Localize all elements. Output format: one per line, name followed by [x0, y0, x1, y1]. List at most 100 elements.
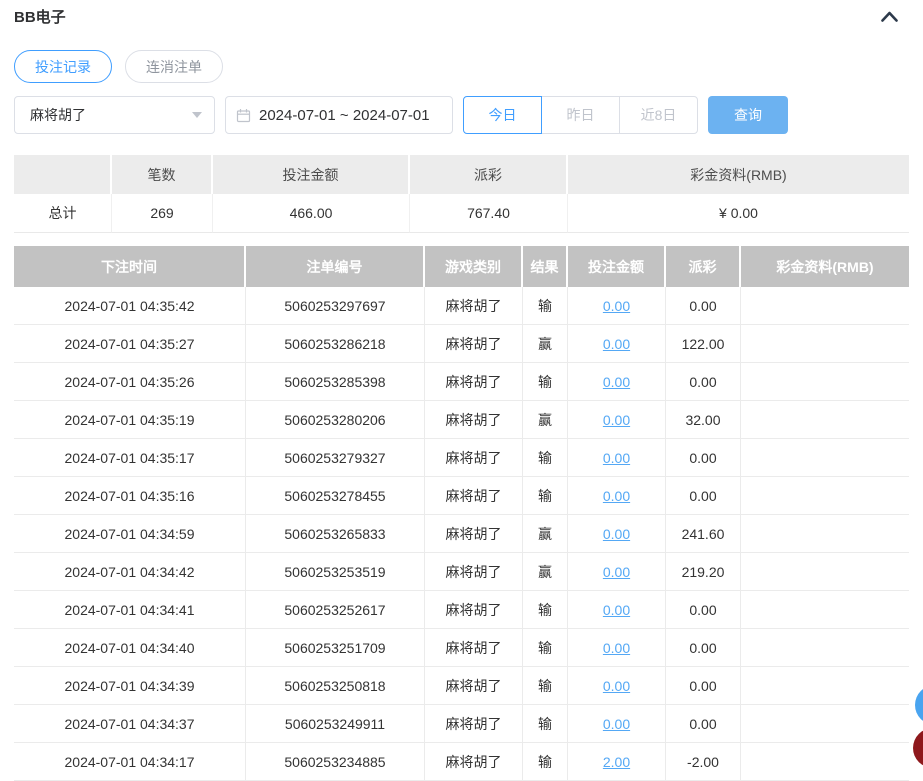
summary-col-count: 笔数: [112, 155, 213, 194]
bet-time-cell: 2024-07-01 04:35:17: [14, 439, 246, 477]
bet-amount-cell: 0.00: [568, 667, 666, 705]
bet-amount-link[interactable]: 0.00: [603, 640, 630, 656]
tab-bet-records[interactable]: 投注记录: [14, 50, 112, 83]
bet-amount-link[interactable]: 0.00: [603, 374, 630, 390]
table-row: 2024-07-01 04:34:425060253253519麻将胡了赢0.0…: [14, 553, 909, 591]
query-button[interactable]: 查询: [708, 96, 788, 134]
bet-time-cell: 2024-07-01 04:35:26: [14, 363, 246, 401]
records-header-row: 下注时间 注单编号 游戏类别 结果 投注金额 派彩 彩金资料(RMB): [14, 246, 909, 287]
jackpot-cell: [741, 325, 909, 363]
bet-amount-cell: 0.00: [568, 705, 666, 743]
payout-cell: 122.00: [666, 325, 741, 363]
bet-amount-link[interactable]: 0.00: [603, 412, 630, 428]
bet-amount-link[interactable]: 0.00: [603, 526, 630, 542]
jackpot-cell: [741, 705, 909, 743]
game-type-cell: 麻将胡了: [425, 439, 523, 477]
result-cell: 赢: [523, 325, 568, 363]
game-type-cell: 麻将胡了: [425, 287, 523, 325]
bet-amount-cell: 0.00: [568, 439, 666, 477]
bet-amount-cell: 0.00: [568, 591, 666, 629]
col-bet-time: 下注时间: [14, 246, 246, 287]
filter-bar: 麻将胡了 2024-07-01 ~ 2024-07-01 今日 昨日 近8日 查…: [14, 96, 909, 134]
summary-col-bet-amount: 投注金额: [213, 155, 410, 194]
payout-cell: -2.00: [666, 743, 741, 781]
quick-range-group: 今日 昨日 近8日: [463, 96, 698, 134]
payout-cell: 0.00: [666, 287, 741, 325]
game-type-cell: 麻将胡了: [425, 363, 523, 401]
result-cell: 赢: [523, 553, 568, 591]
result-cell: 赢: [523, 515, 568, 553]
bet-amount-cell: 0.00: [568, 553, 666, 591]
table-row: 2024-07-01 04:35:175060253279327麻将胡了输 0.0…: [14, 439, 909, 477]
jackpot-cell: [741, 439, 909, 477]
col-payout: 派彩: [666, 246, 741, 287]
col-game-type: 游戏类别: [425, 246, 523, 287]
bet-amount-cell: 0.00: [568, 515, 666, 553]
summary-total-label: 总计: [14, 194, 112, 233]
result-cell: 输: [523, 667, 568, 705]
order-number-cell: 5060253279327: [246, 439, 425, 477]
bet-amount-link[interactable]: 0.00: [603, 564, 630, 580]
payout-cell: 0.00: [666, 363, 741, 401]
order-number-cell: 5060253251709: [246, 629, 425, 667]
records-body: 2024-07-01 04:35:425060253297697麻将胡了输0.0…: [14, 287, 909, 781]
bet-amount-link[interactable]: 2.00: [603, 754, 630, 770]
order-number-cell: 5060253285398: [246, 363, 425, 401]
bet-amount-link[interactable]: 0.00: [603, 336, 630, 352]
bet-amount-cell: 0.00: [568, 401, 666, 439]
table-row: 2024-07-01 04:34:175060253234885麻将胡了输2.0…: [14, 743, 909, 781]
quick-range-yesterday[interactable]: 昨日: [541, 96, 620, 134]
bet-time-cell: 2024-07-01 04:35:16: [14, 477, 246, 515]
bet-records-panel: BB电子 投注记录 连消注单 麻将胡了 2024-07-01 ~ 2024-07…: [0, 0, 923, 781]
result-cell: 输: [523, 705, 568, 743]
summary-total-payout: 767.40: [410, 194, 568, 233]
jackpot-cell: [741, 667, 909, 705]
bet-amount-cell: 0.00: [568, 363, 666, 401]
date-range-value: 2024-07-01 ~ 2024-07-01: [259, 107, 430, 124]
jackpot-cell: [741, 629, 909, 667]
table-row: 2024-07-01 04:34:405060253251709麻将胡了输0.0…: [14, 629, 909, 667]
bet-time-cell: 2024-07-01 04:34:39: [14, 667, 246, 705]
game-type-cell: 麻将胡了: [425, 515, 523, 553]
table-row: 2024-07-01 04:34:415060253252617麻将胡了输0.0…: [14, 591, 909, 629]
bet-amount-link[interactable]: 0.00: [603, 298, 630, 314]
quick-range-last8days[interactable]: 近8日: [619, 96, 698, 134]
table-row: 2024-07-01 04:35:165060253278455麻将胡了输0.0…: [14, 477, 909, 515]
jackpot-cell: [741, 477, 909, 515]
jackpot-cell: [741, 553, 909, 591]
game-type-cell: 麻将胡了: [425, 401, 523, 439]
page-title: BB电子: [14, 6, 66, 27]
date-range-picker[interactable]: 2024-07-01 ~ 2024-07-01: [225, 96, 453, 134]
bet-amount-link[interactable]: 0.00: [603, 716, 630, 732]
bet-amount-link[interactable]: 0.00: [603, 450, 630, 466]
bet-time-cell: 2024-07-01 04:34:59: [14, 515, 246, 553]
result-cell: 输: [523, 477, 568, 515]
bet-amount-link[interactable]: 0.00: [603, 602, 630, 618]
collapse-button[interactable]: [877, 7, 901, 27]
table-row: 2024-07-01 04:35:265060253285398麻将胡了输0.0…: [14, 363, 909, 401]
order-number-cell: 5060253280206: [246, 401, 425, 439]
bet-amount-link[interactable]: 0.00: [603, 678, 630, 694]
summary-col-blank: [14, 155, 112, 194]
jackpot-cell: [741, 591, 909, 629]
bet-amount-cell: 0.00: [568, 325, 666, 363]
order-number-cell: 5060253286218: [246, 325, 425, 363]
payout-cell: 0.00: [666, 477, 741, 515]
quick-range-today[interactable]: 今日: [463, 96, 542, 134]
payout-cell: 0.00: [666, 629, 741, 667]
result-cell: 输: [523, 629, 568, 667]
summary-total-count: 269: [112, 194, 213, 233]
table-row: 2024-07-01 04:35:195060253280206麻将胡了赢0.0…: [14, 401, 909, 439]
chevron-up-icon: [881, 11, 898, 22]
game-type-cell: 麻将胡了: [425, 477, 523, 515]
order-number-cell: 5060253297697: [246, 287, 425, 325]
order-number-cell: 5060253252617: [246, 591, 425, 629]
tab-cancelled-orders[interactable]: 连消注单: [125, 50, 223, 83]
jackpot-cell: [741, 401, 909, 439]
game-select[interactable]: 麻将胡了: [14, 96, 215, 134]
summary-total-jackpot: ¥ 0.00: [568, 194, 909, 233]
result-cell: 输: [523, 439, 568, 477]
bet-amount-link[interactable]: 0.00: [603, 488, 630, 504]
game-type-cell: 麻将胡了: [425, 553, 523, 591]
summary-header-row: 笔数 投注金额 派彩 彩金资料(RMB): [14, 155, 909, 194]
